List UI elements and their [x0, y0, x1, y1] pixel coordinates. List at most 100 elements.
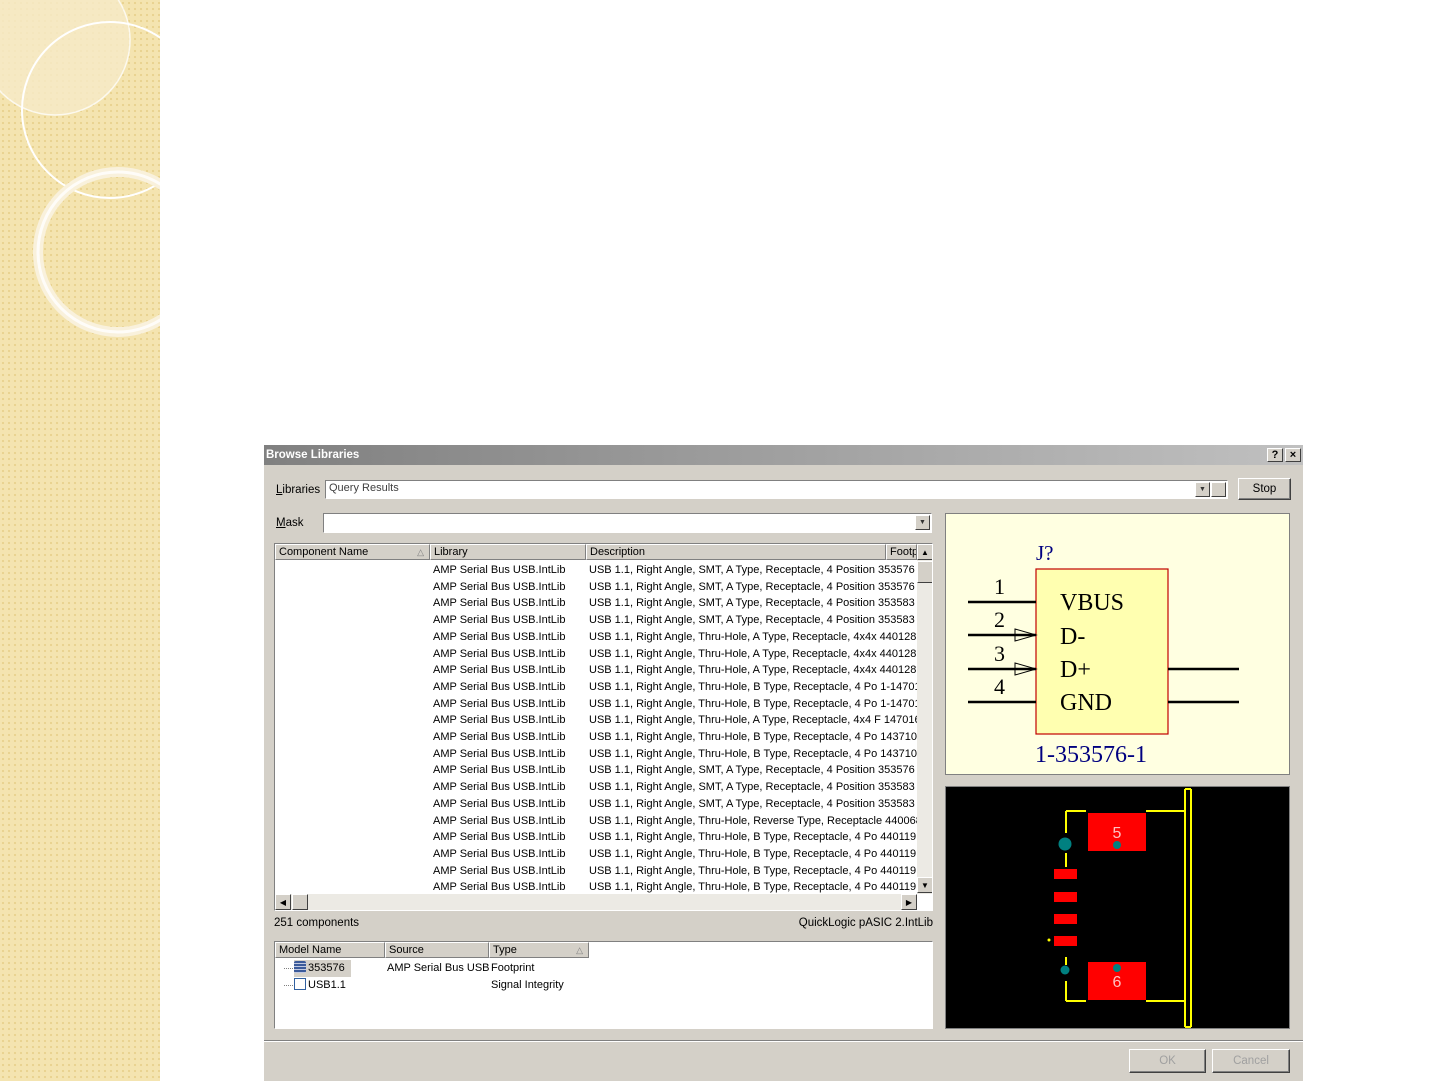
component-row[interactable]: +1-440128-2AMP Serial Bus USB.IntLibUSB …	[275, 662, 916, 679]
library-cell: AMP Serial Bus USB.IntLib	[433, 664, 566, 677]
component-vertical-scrollbar[interactable]: ▲ ▼	[917, 544, 932, 894]
component-row[interactable]: 1-1470156-1AMP Serial Bus USB.IntLibUSB …	[275, 679, 917, 696]
description-cell: USB 1.1, Right Angle, Thru-Hole, B Type,…	[589, 680, 917, 693]
library-cell: AMP Serial Bus USB.IntLib	[433, 714, 566, 727]
col-library-label: Library	[434, 546, 468, 558]
library-cell: AMP Serial Bus USB.IntLib	[433, 597, 566, 610]
model-rows: 353576 AMP Serial Bus USB Footprint USB1.1 S…	[275, 960, 932, 1026]
col-library[interactable]: Library	[430, 544, 586, 560]
component-row[interactable]: 353583-1AMP Serial Bus USB.IntLibUSB 1.1…	[275, 779, 915, 796]
description-cell: USB 1.1, Right Angle, Thru-Hole, B Type,…	[589, 747, 917, 760]
slide: Browse Libraries ? × Libraries Query Res…	[0, 0, 1440, 1081]
component-row[interactable]: +1-440128-0AMP Serial Bus USB.IntLibUSB …	[275, 629, 917, 646]
component-row[interactable]: 440119-1AMP Serial Bus USB.IntLibUSB 1.1…	[275, 829, 917, 846]
model-row[interactable]: 353576 AMP Serial Bus USB Footprint	[275, 960, 915, 977]
library-cell: AMP Serial Bus USB.IntLib	[433, 764, 566, 777]
scroll-left-icon[interactable]: ◀	[275, 894, 291, 910]
footprint-drawing: 5 6	[1047, 788, 1192, 1028]
dialog-footer: OK Cancel	[264, 1040, 1303, 1081]
pin-2-name: D-	[1060, 624, 1085, 650]
component-horizontal-scrollbar[interactable]: ◀ ▶	[275, 894, 917, 910]
close-button[interactable]: ×	[1285, 448, 1301, 462]
component-row[interactable]: 440119-2AMP Serial Bus USB.IntLibUSB 1.1…	[275, 846, 917, 863]
pad-6-label: 6	[1113, 974, 1122, 991]
scroll-up-icon[interactable]: ▲	[917, 544, 932, 560]
component-row[interactable]: 1-353576-1AMP Serial Bus USB.IntLibUSB 1…	[275, 562, 915, 579]
hscroll-thumb[interactable]	[292, 894, 308, 910]
description-cell: USB 1.1, Right Angle, SMT, A Type, Recep…	[589, 614, 915, 627]
description-cell: USB 1.1, Right Angle, Thru-Hole, B Type,…	[589, 847, 917, 860]
pin-3-name: D+	[1060, 657, 1091, 683]
library-cell: AMP Serial Bus USB.IntLib	[433, 731, 566, 743]
col-component-name[interactable]: Component Name △	[275, 544, 430, 560]
libraries-extra-button[interactable]	[1211, 482, 1226, 497]
model-col-type[interactable]: Type △	[489, 942, 589, 958]
model-type-cell: Footprint	[491, 962, 535, 974]
model-name-text: USB1.1	[308, 978, 346, 991]
footprint-icon	[294, 961, 306, 973]
pad-5-hole	[1113, 841, 1121, 849]
model-col-name[interactable]: Model Name	[275, 942, 385, 958]
component-row[interactable]: 4-1437106-8AMP Serial Bus USB.IntLibUSB …	[275, 746, 917, 763]
scroll-right-icon[interactable]: ▶	[901, 894, 917, 910]
designator-text: J?	[1036, 541, 1054, 565]
ok-button[interactable]: OK	[1129, 1049, 1206, 1073]
component-rows: 1-353576-1AMP Serial Bus USB.IntLibUSB 1…	[275, 562, 918, 895]
component-row[interactable]: 1-353583-4AMP Serial Bus USB.IntLibUSB 1…	[275, 612, 915, 629]
component-row[interactable]: +1-440128-1AMP Serial Bus USB.IntLibUSB …	[275, 646, 916, 663]
description-cell: USB 1.1, Right Angle, Thru-Hole, B Type,…	[589, 697, 917, 710]
component-list: Component Name △ Library Description Footp 1…	[274, 543, 933, 911]
description-cell: USB 1.1, Right Angle, SMT, A Type, Recep…	[589, 597, 915, 610]
component-row[interactable]: 440119-4AMP Serial Bus USB.IntLibUSB 1.1…	[275, 879, 916, 895]
decorative-sidebar	[0, 0, 160, 1081]
scroll-down-icon[interactable]: ▼	[917, 877, 932, 893]
stop-button[interactable]: Stop	[1238, 478, 1291, 500]
chevron-down-icon[interactable]: ▼	[1195, 482, 1210, 497]
pad-6-hole	[1113, 964, 1121, 972]
libraries-select[interactable]: Query Results ▼	[325, 480, 1228, 499]
cancel-button[interactable]: Cancel	[1212, 1049, 1290, 1073]
col-footprint[interactable]: Footp	[886, 544, 917, 560]
dialog-title: Browse Libraries	[266, 449, 360, 461]
library-cell: AMP Serial Bus USB.IntLib	[433, 697, 566, 710]
mask-dropdown-icon[interactable]: ▼	[915, 515, 930, 530]
library-cell: AMP Serial Bus USB.IntLib	[433, 614, 566, 627]
library-cell: AMP Serial Bus USB.IntLib	[433, 814, 566, 827]
component-row[interactable]: 440119-3AMP Serial Bus USB.IntLibUSB 1.1…	[275, 863, 916, 880]
model-list: Model Name Source Type △ 353576 AMP Serial…	[274, 941, 933, 1029]
col-description[interactable]: Description	[586, 544, 886, 560]
library-cell: AMP Serial Bus USB.IntLib	[433, 831, 566, 844]
model-row[interactable]: USB1.1 Signal Integrity	[275, 977, 915, 994]
sort-indicator-icon: △	[417, 547, 424, 557]
component-row[interactable]: 1-1470156-2AMP Serial Bus USB.IntLibUSB …	[275, 696, 917, 713]
component-row[interactable]: 353583-4AMP Serial Bus USB.IntLibUSB 1.1…	[275, 796, 915, 813]
component-row[interactable]: 353576-1AMP Serial Bus USB.IntLibUSB 1.1…	[275, 762, 915, 779]
signal-integrity-icon	[294, 977, 306, 990]
mount-hole-top	[1058, 837, 1072, 851]
component-row[interactable]: 4-1437106-7AMP Serial Bus USB.IntLibUSB …	[275, 729, 917, 746]
col-component-name-label: Component Name	[279, 546, 369, 558]
library-cell: AMP Serial Bus USB.IntLib	[433, 847, 566, 860]
component-row[interactable]: 440068-1AMP Serial Bus USB.IntLibUSB 1.1…	[275, 813, 917, 830]
pin-1-name: VBUS	[1060, 590, 1124, 616]
library-cell: AMP Serial Bus USB.IntLib	[433, 680, 566, 693]
model-col-source[interactable]: Source	[385, 942, 489, 958]
component-row[interactable]: +1-1470168-1AMP Serial Bus USB.IntLibUSB…	[275, 712, 917, 729]
smt-pads	[1054, 869, 1077, 946]
libraries-label: Libraries	[276, 484, 321, 496]
comment-text: 1-353576-1	[1035, 742, 1147, 768]
footprint-preview: 5 6	[945, 786, 1290, 1029]
library-cell: AMP Serial Bus USB.IntLib	[433, 630, 566, 643]
sort-indicator-icon: △	[576, 945, 583, 955]
description-cell: USB 1.1, Right Angle, Thru-Hole, B Type,…	[589, 831, 917, 844]
mask-input[interactable]: ▼	[323, 513, 932, 533]
help-button[interactable]: ?	[1267, 448, 1283, 462]
description-cell: USB 1.1, Right Angle, SMT, A Type, Recep…	[589, 781, 915, 794]
mount-hole-bottom	[1060, 965, 1070, 975]
description-cell: USB 1.1, Right Angle, Thru-Hole, A Type,…	[589, 630, 917, 643]
description-cell: USB 1.1, Right Angle, SMT, A Type, Recep…	[589, 580, 915, 593]
tree-line	[284, 984, 293, 986]
component-row[interactable]: 1-353583-1AMP Serial Bus USB.IntLibUSB 1…	[275, 595, 915, 612]
scroll-thumb[interactable]	[917, 561, 932, 583]
component-row[interactable]: 1-353576-2AMP Serial Bus USB.IntLibUSB 1…	[275, 579, 915, 596]
